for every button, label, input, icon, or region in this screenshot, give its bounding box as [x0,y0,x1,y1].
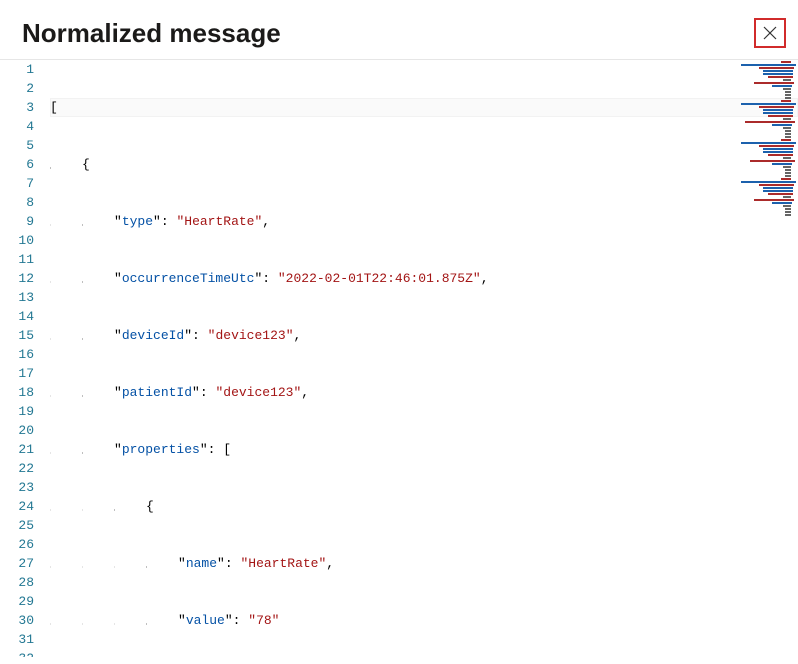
line-number: 23 [0,478,34,497]
line-number: 21 [0,440,34,459]
line-number: 14 [0,307,34,326]
line-number: 29 [0,592,34,611]
vertical-scrollbar[interactable] [784,60,798,657]
line-number: 10 [0,231,34,250]
line-number: 19 [0,402,34,421]
close-icon [763,26,777,40]
line-number: 16 [0,345,34,364]
line-number: 9 [0,212,34,231]
close-button[interactable] [754,18,786,48]
code-editor[interactable]: 1234567891011121314151617181920212223242… [0,59,798,657]
line-number: 26 [0,535,34,554]
line-number: 18 [0,383,34,402]
line-number: 27 [0,554,34,573]
line-number: 30 [0,611,34,630]
code-content[interactable]: [ { "type": "HeartRate", "occurrenceTime… [50,60,798,657]
line-number: 7 [0,174,34,193]
line-number: 8 [0,193,34,212]
line-number: 28 [0,573,34,592]
line-number: 20 [0,421,34,440]
line-number: 15 [0,326,34,345]
line-number: 17 [0,364,34,383]
line-number: 13 [0,288,34,307]
line-number: 6 [0,155,34,174]
line-number: 25 [0,516,34,535]
line-number: 22 [0,459,34,478]
dialog-header: Normalized message [0,0,798,59]
line-number: 3 [0,98,34,117]
line-number: 31 [0,630,34,649]
line-number-gutter: 1234567891011121314151617181920212223242… [0,60,50,657]
line-number: 2 [0,79,34,98]
line-number: 4 [0,117,34,136]
line-number: 5 [0,136,34,155]
line-number: 11 [0,250,34,269]
line-number: 12 [0,269,34,288]
dialog-title: Normalized message [22,18,281,49]
line-number: 32 [0,649,34,657]
line-number: 24 [0,497,34,516]
line-number: 1 [0,60,34,79]
